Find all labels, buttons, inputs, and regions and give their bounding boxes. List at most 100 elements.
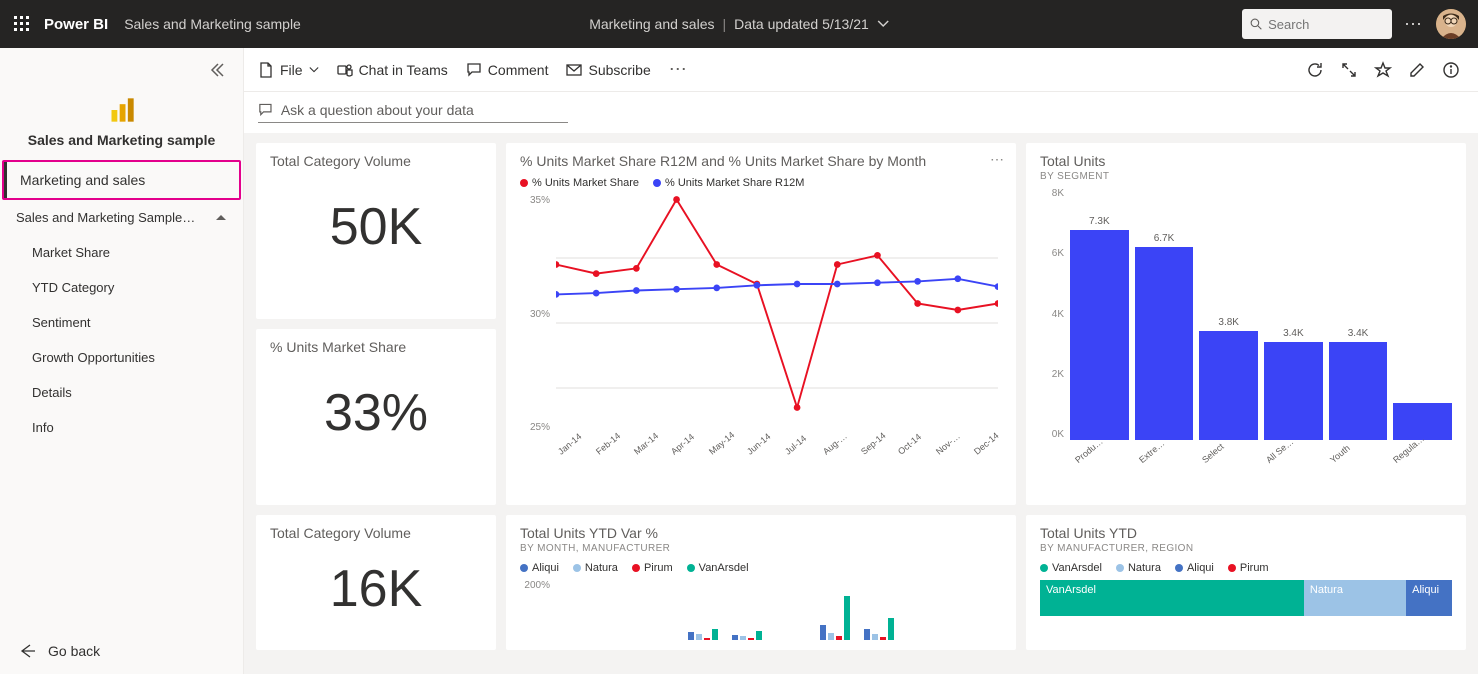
tile-subtitle: By Month, Manufacturer <box>520 543 1002 554</box>
dot-icon <box>520 179 528 187</box>
chevron-down-icon <box>309 65 319 75</box>
dot-icon <box>632 564 640 572</box>
go-back-button[interactable]: Go back <box>0 628 243 674</box>
dot-icon <box>653 179 661 187</box>
dot-icon <box>687 564 695 572</box>
dataset-title: Sales and Marketing sample <box>0 132 243 160</box>
tile-title: % Units Market Share R12M and % Units Ma… <box>520 153 1002 169</box>
qna-input[interactable] <box>281 102 568 118</box>
tile-total-units-ytd-var[interactable]: Total Units YTD Var % By Month, Manufact… <box>506 515 1016 650</box>
legend-label: % Units Market Share <box>532 177 639 189</box>
legend-label: Natura <box>585 562 618 574</box>
favorite-icon[interactable] <box>1374 61 1392 79</box>
dot-icon <box>1040 564 1048 572</box>
tile-title: Total Units YTD Var % <box>520 525 1002 541</box>
line-chart: 35%30%25% Jan-14Feb-14Mar-14Apr-14May-14… <box>520 193 1002 453</box>
header-more-icon[interactable]: ⋯ <box>1404 14 1424 35</box>
nav-item-ytd-category[interactable]: YTD Category <box>0 270 243 305</box>
nav-item-details[interactable]: Details <box>0 375 243 410</box>
breadcrumb-separator: | <box>722 16 726 32</box>
collapse-sidebar-icon[interactable] <box>207 61 225 79</box>
user-avatar[interactable] <box>1436 9 1466 39</box>
tile-total-category-volume-2[interactable]: Total Category Volume 16K <box>256 515 496 650</box>
search-icon <box>1250 17 1262 31</box>
data-updated-label: Data updated 5/13/21 <box>734 16 869 32</box>
chart-legend: % Units Market Share % Units Market Shar… <box>520 177 1002 189</box>
file-menu-button[interactable]: File <box>258 62 319 78</box>
qna-box[interactable] <box>258 100 568 123</box>
nav-group-sample[interactable]: Sales and Marketing Sample… <box>0 200 243 235</box>
nav-item-growth-opportunities[interactable]: Growth Opportunities <box>0 340 243 375</box>
legend-label: Natura <box>1128 562 1161 574</box>
comment-icon <box>466 62 482 78</box>
go-back-label: Go back <box>48 643 100 659</box>
legend-label: Aliqui <box>1187 562 1214 574</box>
header-breadcrumb[interactable]: Marketing and sales | Data updated 5/13/… <box>589 16 889 32</box>
refresh-icon[interactable] <box>1306 61 1324 79</box>
tile-value: 33% <box>270 383 482 443</box>
comment-button[interactable]: Comment <box>466 62 549 78</box>
dashboard-area: Total Category Volume 50K % Units Market… <box>244 133 1478 674</box>
chat-label: Chat in Teams <box>359 62 448 78</box>
tile-percent-units-market-share[interactable]: % Units Market Share 33% <box>256 329 496 505</box>
nav-item-sentiment[interactable]: Sentiment <box>0 305 243 340</box>
breadcrumb-page: Marketing and sales <box>589 16 714 32</box>
dot-icon <box>1116 564 1124 572</box>
nav-sidebar: Sales and Marketing sample Marketing and… <box>0 48 244 674</box>
powerbi-dataset-icon <box>108 96 136 124</box>
tile-subtitle: By Segment <box>1040 171 1452 182</box>
tile-market-share-line[interactable]: % Units Market Share R12M and % Units Ma… <box>506 143 1016 505</box>
subscribe-label: Subscribe <box>588 62 650 78</box>
dot-icon <box>1175 564 1183 572</box>
arrow-left-icon <box>18 642 36 660</box>
mail-icon <box>566 62 582 78</box>
dot-icon <box>573 564 581 572</box>
dot-icon <box>1228 564 1236 572</box>
tile-title: Total Units <box>1040 153 1452 169</box>
tile-value: 50K <box>270 197 482 257</box>
tile-subtitle: By Manufacturer, Region <box>1040 543 1452 554</box>
search-input[interactable] <box>1268 17 1384 32</box>
chevron-down-icon[interactable] <box>877 18 889 30</box>
dot-icon <box>520 564 528 572</box>
workspace-label: Sales and Marketing sample <box>124 16 301 32</box>
subscribe-button[interactable]: Subscribe <box>566 62 650 78</box>
fullscreen-icon[interactable] <box>1340 61 1358 79</box>
chat-in-teams-button[interactable]: Chat in Teams <box>337 62 448 78</box>
legend-label: Aliqui <box>532 562 559 574</box>
active-item-highlight: Marketing and sales <box>2 160 241 200</box>
legend-label: Pirum <box>1240 562 1269 574</box>
legend-label: % Units Market Share R12M <box>665 177 804 189</box>
axis-tick: 200% <box>524 580 550 591</box>
toolbar-more-icon[interactable]: ⋯ <box>669 59 689 80</box>
tile-total-units-ytd[interactable]: Total Units YTD By Manufacturer, Region … <box>1026 515 1466 650</box>
tile-title: Total Units YTD <box>1040 525 1452 541</box>
nav-item-info[interactable]: Info <box>0 410 243 445</box>
comment-icon <box>258 102 273 118</box>
nav-item-marketing-and-sales[interactable]: Marketing and sales <box>4 162 239 198</box>
chart-legend: Aliqui Natura Pirum VanArsdel <box>520 562 1002 574</box>
main-content: File Chat in Teams Comment Subscribe ⋯ <box>244 48 1478 674</box>
comment-label: Comment <box>488 62 549 78</box>
tile-total-category-volume-1[interactable]: Total Category Volume 50K <box>256 143 496 319</box>
bar-chart: 8K6K4K2K0K 7.3K6.7K3.8K3.4K3.4K Produ…Ex… <box>1040 188 1452 468</box>
chart-legend: VanArsdel Natura Aliqui Pirum <box>1040 562 1452 574</box>
nav-list: Marketing and sales Sales and Marketing … <box>0 160 243 445</box>
search-box[interactable] <box>1242 9 1392 39</box>
app-launcher-icon[interactable] <box>12 14 32 34</box>
toolbar: File Chat in Teams Comment Subscribe ⋯ <box>244 48 1478 92</box>
legend-label: Pirum <box>644 562 673 574</box>
tile-total-units-by-segment[interactable]: Total Units By Segment 8K6K4K2K0K 7.3K6.… <box>1026 143 1466 505</box>
info-icon[interactable] <box>1442 61 1460 79</box>
tile-value: 16K <box>270 559 482 619</box>
edit-icon[interactable] <box>1408 61 1426 79</box>
brand-label: Power BI <box>44 16 108 33</box>
legend-label: VanArsdel <box>699 562 749 574</box>
nav-item-market-share[interactable]: Market Share <box>0 235 243 270</box>
qna-row <box>244 92 1478 133</box>
app-header: Power BI Sales and Marketing sample Mark… <box>0 0 1478 48</box>
chevron-up-icon <box>215 212 227 224</box>
teams-icon <box>337 62 353 78</box>
tile-more-icon[interactable]: ⋯ <box>990 151 1006 168</box>
legend-label: VanArsdel <box>1052 562 1102 574</box>
